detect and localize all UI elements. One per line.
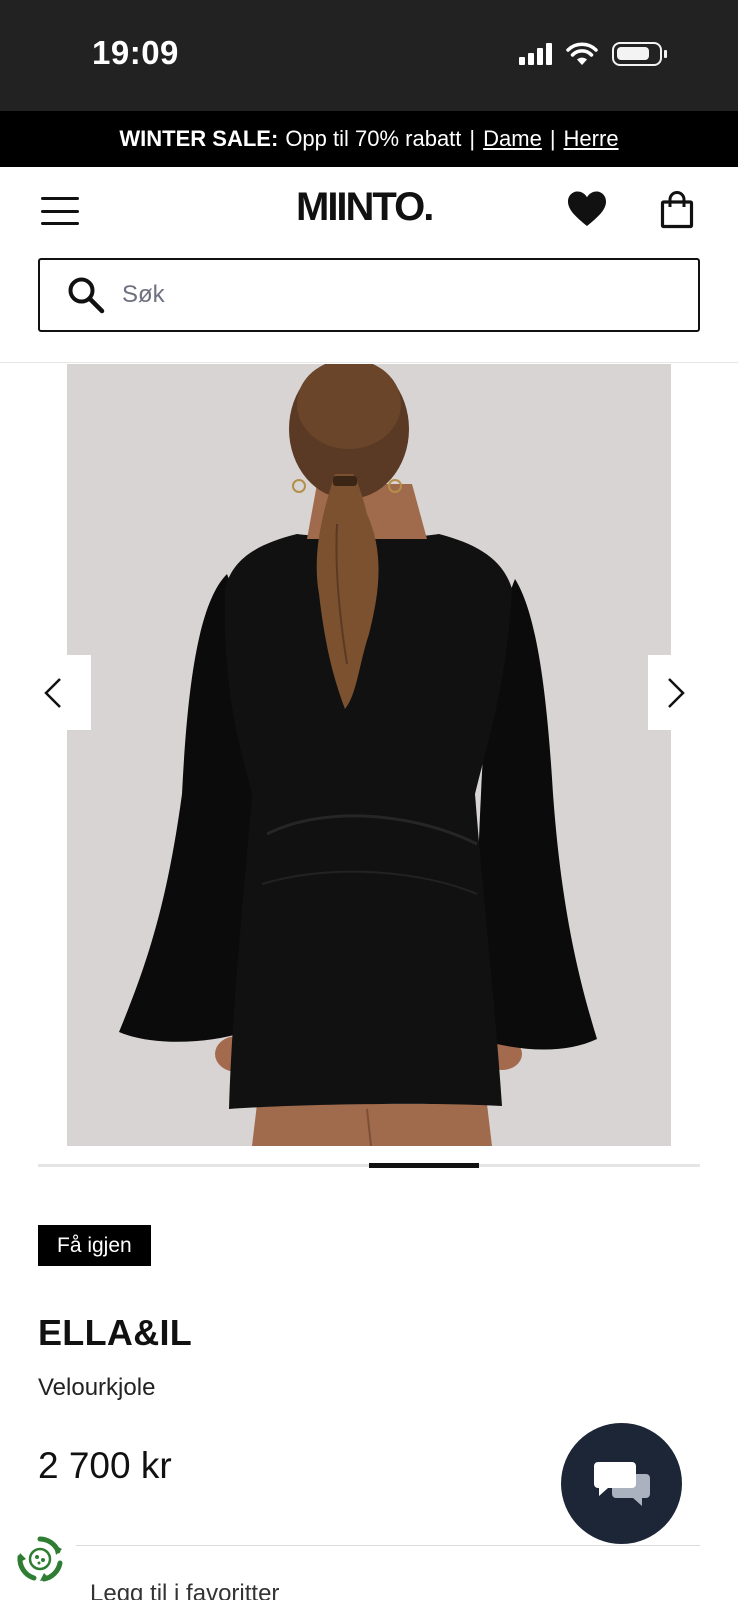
chat-button[interactable] [561, 1423, 682, 1544]
gallery-progress-indicator [369, 1163, 480, 1168]
gallery-prev-button[interactable] [30, 655, 91, 730]
chat-bubbles-icon [593, 1461, 650, 1506]
heart-icon[interactable] [566, 189, 608, 229]
status-icons [519, 40, 667, 68]
cellular-signal-icon [519, 43, 552, 65]
search-box[interactable] [38, 258, 700, 332]
product-image[interactable] [67, 364, 671, 1146]
chevron-right-icon [668, 678, 685, 708]
logo[interactable]: MIINTO. [296, 185, 434, 230]
promo-link-dame[interactable]: Dame [483, 126, 542, 152]
product-name: Velourkjole [38, 1374, 156, 1401]
shopping-bag-icon[interactable] [660, 191, 694, 229]
section-divider [76, 1545, 700, 1546]
promo-bold-text: WINTER SALE: [119, 126, 279, 151]
product-brand[interactable]: ELLA&IL [38, 1312, 192, 1354]
product-price: 2 700 kr [38, 1445, 172, 1486]
promo-link-herre[interactable]: Herre [564, 126, 619, 152]
promo-separator: | [469, 126, 476, 151]
status-time: 19:09 [92, 34, 179, 71]
promo-text: Opp til 70% rabatt [285, 126, 462, 151]
status-bar: 19:09 [0, 0, 738, 111]
wifi-icon [566, 42, 598, 65]
promo-banner: WINTER SALE: Opp til 70% rabatt | Dame |… [0, 111, 738, 167]
search-input[interactable] [122, 281, 662, 309]
menu-icon[interactable] [41, 197, 79, 225]
chevron-left-icon [44, 678, 61, 708]
add-to-favorites-link[interactable]: Legg til i favoritter [90, 1580, 279, 1600]
promo-separator: | [549, 126, 556, 151]
battery-icon [612, 42, 667, 66]
header-divider [0, 362, 738, 363]
site-header: MIINTO. [0, 167, 738, 251]
search-icon [68, 277, 105, 314]
cashback-badge: Få igjen [38, 1225, 151, 1266]
eco-recycle-icon[interactable] [14, 1533, 66, 1585]
gallery-next-button[interactable] [648, 655, 700, 730]
